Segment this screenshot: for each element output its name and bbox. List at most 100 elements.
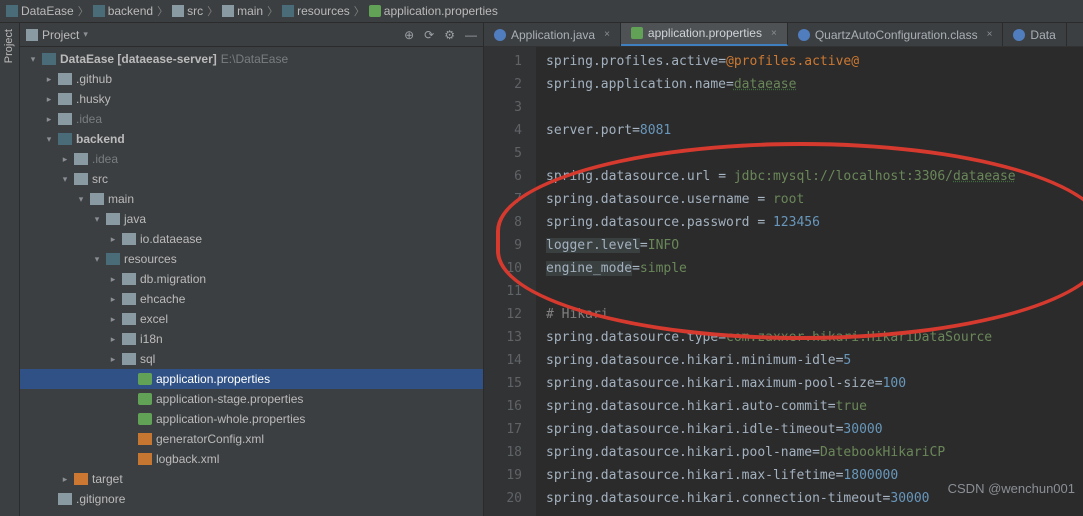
- code-line-14[interactable]: spring.datasource.hikari.minimum-idle=5: [546, 349, 1083, 372]
- tab-data[interactable]: Data: [1003, 23, 1066, 46]
- tree-item-application-stage-properties[interactable]: application-stage.properties: [20, 389, 483, 409]
- code-line-4[interactable]: server.port=8081: [546, 119, 1083, 142]
- tree-item-db-migration[interactable]: ▸db.migration: [20, 269, 483, 289]
- tree-item-dataease-dataease-server-[interactable]: ▾DataEase [dataease-server] E:\DataEase: [20, 49, 483, 69]
- project-toolwindow-tab[interactable]: Project: [0, 23, 20, 516]
- expand-arrow-icon[interactable]: ▸: [108, 354, 118, 365]
- expand-arrow-icon[interactable]: ▾: [44, 134, 54, 145]
- code-line-9[interactable]: logger.level=INFO: [546, 234, 1083, 257]
- editor-tabs[interactable]: Application.java×application.properties×…: [484, 23, 1083, 47]
- token-v: INFO: [648, 238, 679, 253]
- tree-item-resources[interactable]: ▾resources: [20, 249, 483, 269]
- code-line-1[interactable]: spring.profiles.active=@profiles.active@: [546, 50, 1083, 73]
- tab-application-java[interactable]: Application.java×: [484, 23, 621, 46]
- tree-item-main[interactable]: ▾main: [20, 189, 483, 209]
- code-line-10[interactable]: engine_mode=simple: [546, 257, 1083, 280]
- token-vnum: 8081: [640, 123, 671, 138]
- code-line-8[interactable]: spring.datasource.password = 123456: [546, 211, 1083, 234]
- tree-item-label: i18n: [140, 332, 163, 346]
- tree-item-i18n[interactable]: ▸ i18n: [20, 329, 483, 349]
- crumb-application-properties[interactable]: application.properties: [369, 4, 498, 18]
- token-v: simple: [640, 261, 687, 276]
- folder-icon: [58, 73, 72, 85]
- crumb-src[interactable]: src: [172, 4, 203, 18]
- tree-item-src[interactable]: ▾src: [20, 169, 483, 189]
- crumb-backend[interactable]: backend: [93, 4, 153, 18]
- tree-item-java[interactable]: ▾java: [20, 209, 483, 229]
- code-line-12[interactable]: # Hikari: [546, 303, 1083, 326]
- crumb-dataease[interactable]: DataEase: [6, 4, 74, 18]
- gear-icon[interactable]: ⚙: [444, 28, 455, 42]
- line-number: 3: [484, 96, 536, 119]
- tree-item-excel[interactable]: ▸excel: [20, 309, 483, 329]
- tree-item-target[interactable]: ▸target: [20, 469, 483, 489]
- modfolder-icon: [58, 133, 72, 145]
- tree-item-backend[interactable]: ▾ backend: [20, 129, 483, 149]
- expand-arrow-icon[interactable]: ▾: [28, 54, 38, 65]
- code-line-13[interactable]: spring.datasource.type=com.zaxxer.hikari…: [546, 326, 1083, 349]
- expand-arrow-icon[interactable]: ▾: [76, 194, 86, 205]
- tree-item--github[interactable]: ▸.github: [20, 69, 483, 89]
- close-icon[interactable]: ×: [771, 28, 777, 39]
- crumb-main[interactable]: main: [222, 4, 263, 18]
- code-line-20[interactable]: spring.datasource.hikari.connection-time…: [546, 487, 1083, 510]
- tree-item-application-whole-properties[interactable]: application-whole.properties: [20, 409, 483, 429]
- tab-application-properties[interactable]: application.properties×: [621, 23, 788, 46]
- tree-item-generatorconfig-xml[interactable]: generatorConfig.xml: [20, 429, 483, 449]
- expand-arrow-icon[interactable]: ▸: [60, 474, 70, 485]
- token-eq: =: [632, 261, 640, 276]
- expand-arrow-icon[interactable]: ▸: [44, 74, 54, 85]
- tab-quartzautoconfiguration-class[interactable]: QuartzAutoConfiguration.class×: [788, 23, 1004, 46]
- code-editor[interactable]: spring.profiles.active=@profiles.active@…: [536, 47, 1083, 516]
- modfolder-icon: [6, 5, 18, 17]
- tree-item-io-dataease[interactable]: ▸io.dataease: [20, 229, 483, 249]
- collapse-icon[interactable]: ―: [465, 28, 477, 42]
- token-v: root: [773, 192, 804, 207]
- crumb-resources[interactable]: resources: [282, 4, 350, 18]
- code-line-17[interactable]: spring.datasource.hikari.idle-timeout=30…: [546, 418, 1083, 441]
- expand-arrow-icon[interactable]: ▾: [92, 214, 102, 225]
- expand-arrow-icon[interactable]: ▸: [108, 274, 118, 285]
- expand-arrow-icon[interactable]: ▸: [108, 314, 118, 325]
- props-icon: [369, 5, 381, 17]
- tree-item-sql[interactable]: ▸sql: [20, 349, 483, 369]
- code-line-15[interactable]: spring.datasource.hikari.maximum-pool-si…: [546, 372, 1083, 395]
- refresh-icon[interactable]: ⟳: [424, 28, 434, 42]
- tree-item-label: .gitignore: [76, 492, 125, 506]
- expand-arrow-icon[interactable]: ▸: [108, 334, 118, 345]
- tree-item-application-properties[interactable]: application.properties: [20, 369, 483, 389]
- tree-item--idea[interactable]: ▸.idea: [20, 109, 483, 129]
- tree-item--gitignore[interactable]: .gitignore: [20, 489, 483, 509]
- tree-item-label: backend: [76, 132, 125, 146]
- code-line-18[interactable]: spring.datasource.hikari.pool-name=Dateb…: [546, 441, 1083, 464]
- token-eq: =: [875, 376, 883, 391]
- expand-arrow-icon[interactable]: ▸: [44, 114, 54, 125]
- code-line-3[interactable]: [546, 96, 1083, 119]
- tree-item-logback-xml[interactable]: logback.xml: [20, 449, 483, 469]
- code-line-19[interactable]: spring.datasource.hikari.max-lifetime=18…: [546, 464, 1083, 487]
- tree-item-ehcache[interactable]: ▸ehcache: [20, 289, 483, 309]
- code-line-2[interactable]: spring.application.name=dataease: [546, 73, 1083, 96]
- expand-arrow-icon[interactable]: ▾: [92, 254, 102, 265]
- code-line-6[interactable]: spring.datasource.url = jdbc:mysql://loc…: [546, 165, 1083, 188]
- expand-arrow-icon[interactable]: ▾: [60, 174, 70, 185]
- tree-item--husky[interactable]: ▸.husky: [20, 89, 483, 109]
- expand-arrow-icon[interactable]: ▸: [60, 154, 70, 165]
- token-vlit: @profiles.active@: [726, 54, 859, 69]
- dropdown-icon[interactable]: ▾: [83, 29, 88, 40]
- expand-arrow-icon[interactable]: ▸: [44, 94, 54, 105]
- close-icon[interactable]: ×: [987, 29, 993, 40]
- code-line-5[interactable]: [546, 142, 1083, 165]
- line-number: 1: [484, 50, 536, 73]
- code-line-16[interactable]: spring.datasource.hikari.auto-commit=tru…: [546, 395, 1083, 418]
- expand-arrow-icon[interactable]: ▸: [108, 234, 118, 245]
- tree-item--idea[interactable]: ▸.idea: [20, 149, 483, 169]
- code-line-11[interactable]: [546, 280, 1083, 303]
- close-icon[interactable]: ×: [604, 29, 610, 40]
- code-line-7[interactable]: spring.datasource.username = root: [546, 188, 1083, 211]
- token-vnum: 30000: [843, 422, 882, 437]
- expand-arrow-icon[interactable]: ▸: [108, 294, 118, 305]
- token-eq: =: [632, 123, 640, 138]
- project-tree[interactable]: ▾DataEase [dataease-server] E:\DataEase▸…: [20, 47, 483, 516]
- locate-icon[interactable]: ⊕: [404, 28, 414, 42]
